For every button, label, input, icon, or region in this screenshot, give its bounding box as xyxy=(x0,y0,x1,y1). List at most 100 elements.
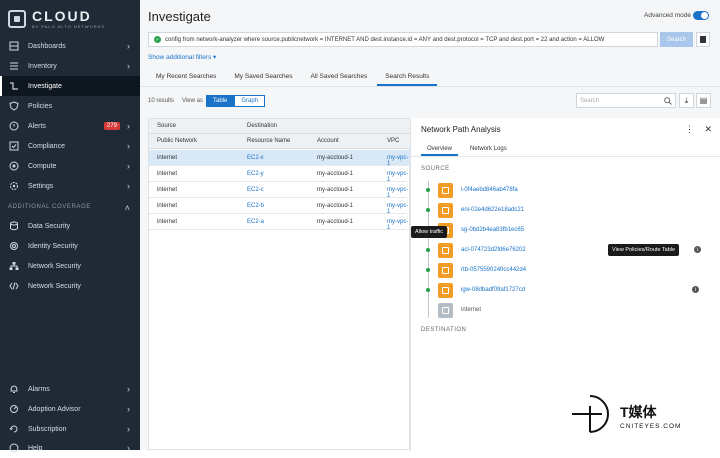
sidebar-item-label: Inventory xyxy=(28,62,57,70)
page-title: Investigate xyxy=(148,9,211,24)
sidebar-item-network-security-code[interactable]: Network Security xyxy=(0,276,140,296)
shield-icon xyxy=(8,100,20,112)
table-row[interactable]: internet EC2-c my-accloud-1 my-vpc-1 xyxy=(149,182,411,199)
node-label[interactable]: igw-08dbadf09af1727cd xyxy=(461,287,525,293)
table-row[interactable]: internet EC2-b my-accloud-1 my-vpc-1 xyxy=(149,198,411,215)
cell-vpc-link[interactable]: my-vpc-1 xyxy=(387,219,411,231)
download-icon[interactable]: ⤓ xyxy=(679,93,694,108)
path-node-igw[interactable]: igw-08dbadf09af1727cd xyxy=(426,282,525,298)
chevron-right-icon: › xyxy=(127,141,130,151)
table-view-button[interactable]: Table xyxy=(206,95,235,107)
chevron-up-icon[interactable]: ˄ xyxy=(125,203,130,213)
sidebar-item-alerts[interactable]: Alerts 279 › xyxy=(0,116,140,136)
sidebar-item-label: Data Security xyxy=(28,222,71,230)
cell-resource-link[interactable]: EC2-a xyxy=(247,219,264,225)
sidebar-item-settings[interactable]: Settings › xyxy=(0,176,140,196)
sidebar-item-inventory[interactable]: Inventory › xyxy=(0,56,140,76)
node-label[interactable]: i-0f4aebd846ab478fa xyxy=(461,187,518,193)
node-label[interactable]: eni-02e4d622e18adc21 xyxy=(461,207,524,213)
tab-network-logs[interactable]: Network Logs xyxy=(464,144,513,156)
table-row[interactable]: internet EC2-y my-accloud-1 my-vpc-1 xyxy=(149,166,411,183)
gear-icon xyxy=(8,180,20,192)
tab-my-recent-searches[interactable]: My Recent Searches xyxy=(148,70,224,86)
cell-network: internet xyxy=(157,155,178,161)
show-filters-link[interactable]: Show additional filters ▾ xyxy=(148,53,216,61)
cell-resource-link[interactable]: EC2-x xyxy=(247,155,264,161)
table-row[interactable]: internet EC2-a my-accloud-1 my-vpc-1 xyxy=(149,214,411,231)
sidebar-item-compliance[interactable]: Compliance › xyxy=(0,136,140,156)
path-node-instance[interactable]: i-0f4aebd846ab478fa xyxy=(426,182,518,198)
cell-resource-link[interactable]: EC2-c xyxy=(247,187,264,193)
tab-all-saved-searches[interactable]: All Saved Searches xyxy=(303,70,376,86)
col-resource-name[interactable]: Resource Name xyxy=(247,138,290,144)
sidebar-item-label: Subscription xyxy=(28,425,67,433)
network-icon xyxy=(8,260,20,272)
watermark-subtitle: CNITEYES.COM xyxy=(620,423,682,430)
sidebar-item-dashboards[interactable]: Dashboards › xyxy=(0,36,140,56)
chevron-right-icon: › xyxy=(127,61,130,71)
allow-traffic-tooltip: Allow traffic xyxy=(411,226,448,238)
chevron-right-icon: › xyxy=(127,443,130,453)
col-public-network[interactable]: Public Network xyxy=(157,138,197,144)
destination-heading: DESTINATION xyxy=(421,327,467,333)
save-icon[interactable] xyxy=(696,32,710,47)
col-account[interactable]: Account xyxy=(317,138,339,144)
chevron-right-icon: › xyxy=(127,181,130,191)
cell-resource-link[interactable]: EC2-y xyxy=(247,171,264,177)
code-icon xyxy=(8,280,20,292)
tab-search-results[interactable]: Search Results xyxy=(377,70,438,86)
logo-title: CLOUD xyxy=(32,8,92,24)
node-label[interactable]: acl-074723d2fd6e76202 xyxy=(461,247,526,253)
info-icon[interactable]: i xyxy=(692,286,699,293)
cell-resource-link[interactable]: EC2-b xyxy=(247,203,264,209)
path-node-acl[interactable]: acl-074723d2fd6e76202 xyxy=(426,242,526,258)
sidebar-item-policies[interactable]: Policies xyxy=(0,96,140,116)
instance-icon xyxy=(438,182,453,198)
cell-network: internet xyxy=(157,203,178,209)
sidebar-item-investigate[interactable]: Investigate xyxy=(0,76,140,96)
sidebar-item-label: Policies xyxy=(28,102,53,110)
path-node-route-table[interactable]: rtb-0575590240cc442d4 xyxy=(426,262,526,278)
sidebar-item-adoption-advisor[interactable]: Adoption Advisor › xyxy=(0,399,140,419)
main-content: Investigate Advanced mode ✓ config from n… xyxy=(140,0,720,450)
advanced-mode-toggle[interactable] xyxy=(693,11,709,20)
more-options-icon[interactable]: ⋮ xyxy=(685,124,694,135)
table-row[interactable]: internet EC2-x my-accloud-1 my-vpc-1 xyxy=(149,150,411,167)
route-table-icon xyxy=(438,262,453,278)
info-icon[interactable]: i xyxy=(694,246,701,253)
cell-account: my-accloud-1 xyxy=(317,187,354,193)
sidebar-item-identity-security[interactable]: Identity Security xyxy=(0,236,140,256)
sidebar-item-network-security[interactable]: Network Security xyxy=(0,256,140,276)
query-input[interactable]: ✓ config from network-analyzer where sour… xyxy=(148,32,658,47)
results-search-input[interactable]: Search xyxy=(576,93,676,108)
advanced-mode-label: Advanced mode xyxy=(644,12,691,19)
tab-overview[interactable]: Overview xyxy=(421,144,459,156)
path-node-eni[interactable]: eni-02e4d622e18adc21 xyxy=(426,202,524,218)
additional-coverage-heading: ADDITIONAL COVERAGE xyxy=(8,204,91,210)
graph-view-button[interactable]: Graph xyxy=(234,95,266,107)
chevron-right-icon: › xyxy=(127,41,130,51)
columns-icon[interactable]: ▤ xyxy=(696,93,711,108)
allow-dot-icon xyxy=(426,248,430,252)
chevron-right-icon: › xyxy=(127,384,130,394)
tab-my-saved-searches[interactable]: My Saved Searches xyxy=(226,70,300,86)
table-group-header: Source Destination xyxy=(149,119,411,134)
panel-title: Network Path Analysis xyxy=(421,125,501,134)
sidebar-item-subscription[interactable]: Subscription › xyxy=(0,419,140,439)
sidebar-item-label: Alerts xyxy=(28,122,46,130)
sidebar-item-data-security[interactable]: Data Security xyxy=(0,216,140,236)
gateway-icon xyxy=(438,282,453,298)
sidebar-item-help[interactable]: Help › xyxy=(0,438,140,458)
col-vpc[interactable]: VPC xyxy=(387,138,399,144)
close-icon[interactable]: ✕ xyxy=(704,124,712,135)
results-table: Source Destination Public Network Resour… xyxy=(148,118,411,450)
group-destination: Destination xyxy=(247,123,278,129)
logo-subtitle: BY PALO ALTO NETWORKS xyxy=(32,24,105,29)
node-label[interactable]: sg-0bd2b4ea83fb1ec65 xyxy=(461,227,524,233)
sidebar-item-alarms[interactable]: Alarms › xyxy=(0,379,140,399)
sidebar-item-label: Network Security xyxy=(28,282,81,290)
acl-icon xyxy=(438,242,453,258)
sidebar-item-compute[interactable]: Compute › xyxy=(0,156,140,176)
search-button[interactable]: Search xyxy=(660,32,693,47)
node-label[interactable]: rtb-0575590240cc442d4 xyxy=(461,267,526,273)
